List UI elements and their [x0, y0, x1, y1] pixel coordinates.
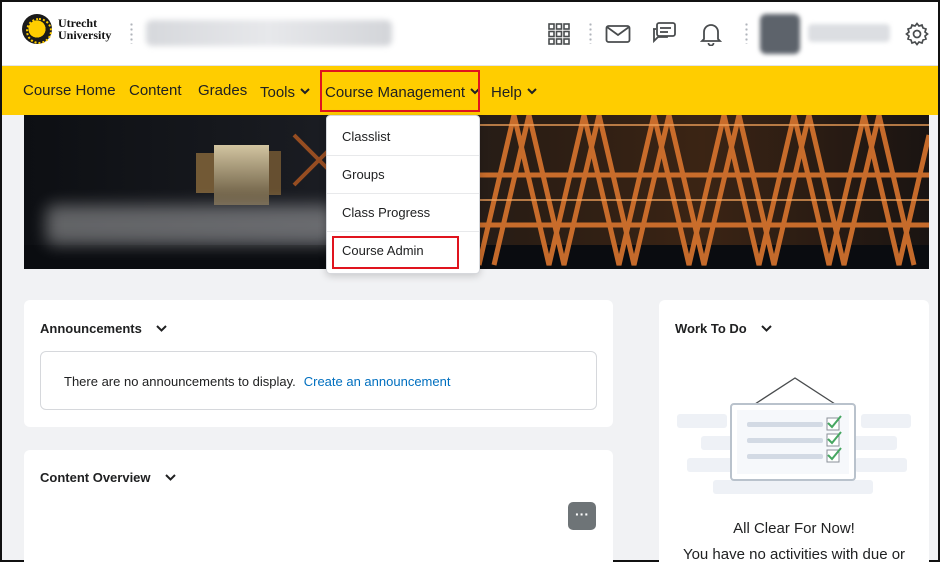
course-admin-highlight — [332, 236, 459, 269]
create-announcement-link[interactable]: Create an announcement — [304, 374, 451, 389]
nav-course-home[interactable]: Course Home — [23, 66, 116, 115]
empty-text: There are no announcements to display. — [64, 374, 296, 389]
chevron-down-icon — [761, 320, 772, 335]
checklist-illustration-icon — [677, 377, 911, 494]
envelope-icon[interactable] — [603, 19, 633, 49]
menu-item-groups[interactable]: Groups — [327, 156, 479, 194]
nav-tools-label: Tools — [260, 84, 296, 101]
work-to-do-title: Work To Do — [675, 321, 747, 336]
header-separator — [589, 22, 592, 44]
work-to-do-widget: Work To Do All Clear For Now! You have n… — [659, 300, 929, 562]
no-activities-text: You have no activities with due or — [682, 546, 906, 562]
university-logo[interactable]: Utrecht University — [22, 14, 111, 44]
chevron-down-icon — [300, 66, 310, 115]
work-to-do-header[interactable]: Work To Do — [675, 320, 772, 336]
course-name-redacted[interactable] — [146, 20, 392, 46]
top-header: Utrecht University — [2, 2, 938, 66]
banner-course-title-redacted — [46, 205, 336, 245]
menu-item-classlist[interactable]: Classlist — [327, 118, 479, 156]
announcements-widget: Announcements There are no announcements… — [24, 300, 613, 427]
chevron-down-icon — [527, 66, 537, 115]
course-management-highlight — [320, 70, 480, 112]
chat-bubble-icon[interactable] — [649, 19, 679, 49]
content-overview-widget: Content Overview ··· — [24, 450, 613, 562]
content-overview-header[interactable]: Content Overview — [40, 469, 176, 485]
nav-tools[interactable]: Tools — [260, 66, 310, 115]
announcements-empty-message: There are no announcements to display. Cr… — [64, 374, 450, 389]
nav-help[interactable]: Help — [491, 66, 537, 115]
grid-icon[interactable] — [544, 19, 574, 49]
chevron-down-icon — [164, 469, 176, 484]
menu-item-class-progress[interactable]: Class Progress — [327, 194, 479, 232]
bell-icon[interactable] — [696, 19, 726, 49]
course-navbar: Course Home Content Grades Tools Course … — [2, 66, 938, 115]
chevron-down-icon — [156, 320, 167, 335]
university-name: Utrecht University — [58, 16, 112, 42]
user-name-redacted[interactable] — [808, 24, 890, 42]
announcements-header[interactable]: Announcements — [40, 320, 167, 336]
nav-help-label: Help — [491, 84, 522, 101]
university-seal-icon — [22, 14, 52, 44]
announcements-empty-box: There are no announcements to display. Cr… — [40, 351, 597, 410]
nav-grades[interactable]: Grades — [198, 66, 247, 115]
header-separator — [130, 22, 133, 44]
gear-icon[interactable] — [902, 19, 932, 49]
avatar[interactable] — [760, 14, 800, 54]
content-overview-title: Content Overview — [40, 470, 151, 485]
nav-content[interactable]: Content — [129, 66, 182, 115]
header-separator — [745, 22, 748, 44]
all-clear-heading: All Clear For Now! — [733, 520, 855, 537]
announcements-title: Announcements — [40, 321, 142, 336]
more-options-button[interactable]: ··· — [568, 502, 596, 530]
